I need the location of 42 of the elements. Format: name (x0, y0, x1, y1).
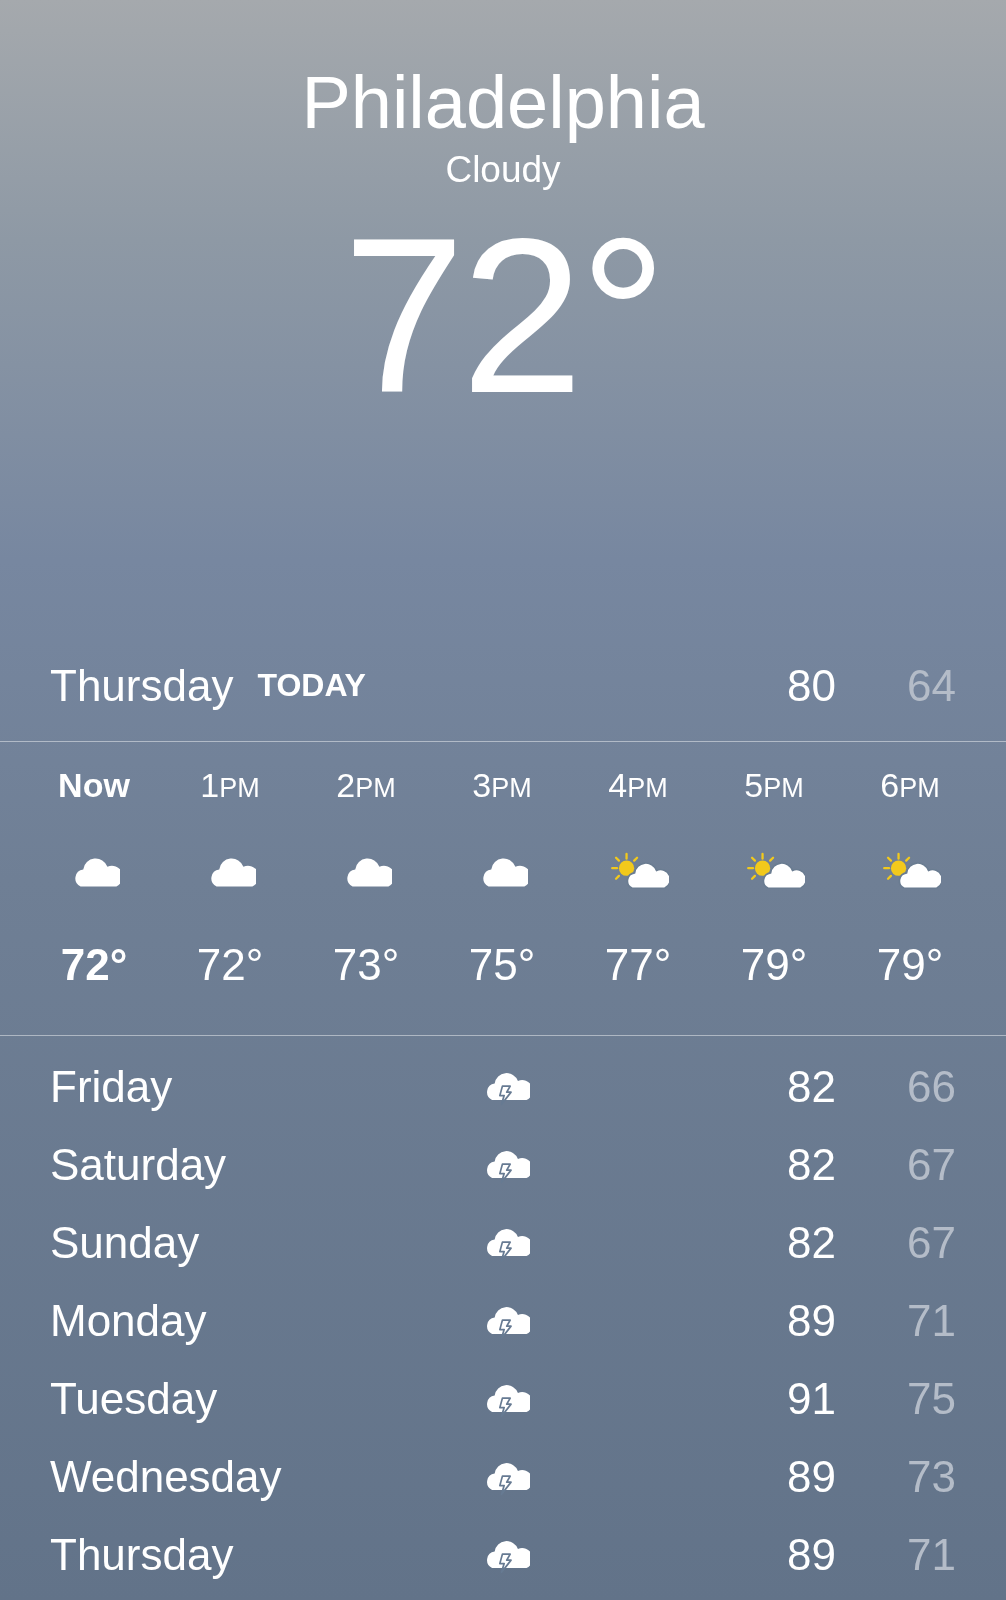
hour-label: 2PM (336, 766, 396, 806)
high-temperature: 80 (786, 660, 836, 711)
high-temperature: 82 (786, 1218, 836, 1268)
today-label: TODAY (257, 667, 366, 704)
day-name: Friday (50, 1062, 174, 1112)
low-temperature: 73 (906, 1452, 956, 1502)
high-temperature: 89 (786, 1530, 836, 1580)
hour-label: Now (58, 766, 130, 806)
hour-temperature: 73° (332, 940, 400, 990)
city-name: Philadelphia (301, 60, 705, 146)
day-name: Tuesday (50, 1374, 219, 1424)
day-name: Thursday (50, 660, 234, 711)
low-temperature: 67 (906, 1218, 956, 1268)
hour-label: 5PM (744, 766, 804, 806)
day-name: Sunday (50, 1218, 201, 1268)
low-temperature: 71 (906, 1296, 956, 1346)
low-temperature: 66 (906, 1062, 956, 1112)
low-temperature: 75 (906, 1374, 956, 1424)
high-temperature: 89 (786, 1296, 836, 1346)
hour-label: 4PM (608, 766, 668, 806)
high-temperature: 82 (786, 1062, 836, 1112)
day-name: Saturday (50, 1140, 228, 1190)
hour-label: 3PM (472, 766, 532, 806)
high-temperature: 91 (786, 1374, 836, 1424)
low-temperature: 67 (906, 1140, 956, 1190)
hour-temperature: 72° (196, 940, 264, 990)
day-name: Wednesday (50, 1452, 283, 1502)
hour-temperature: 77° (604, 940, 672, 990)
day-name: Thursday (50, 1530, 235, 1580)
high-temperature: 89 (786, 1452, 836, 1502)
high-temperature: 82 (786, 1140, 836, 1190)
low-temperature: 71 (906, 1530, 956, 1580)
hour-temperature: 75° (468, 940, 536, 990)
hour-temperature: 79° (876, 940, 944, 990)
hour-label: 6PM (880, 766, 940, 806)
day-name: Monday (50, 1296, 208, 1346)
hour-temperature: 72° (60, 940, 128, 990)
hour-label: 1PM (200, 766, 260, 806)
current-temperature: 72° (342, 196, 664, 436)
low-temperature: 64 (906, 660, 956, 711)
weather-condition: Cloudy (445, 148, 561, 192)
hour-temperature: 79° (740, 940, 808, 990)
